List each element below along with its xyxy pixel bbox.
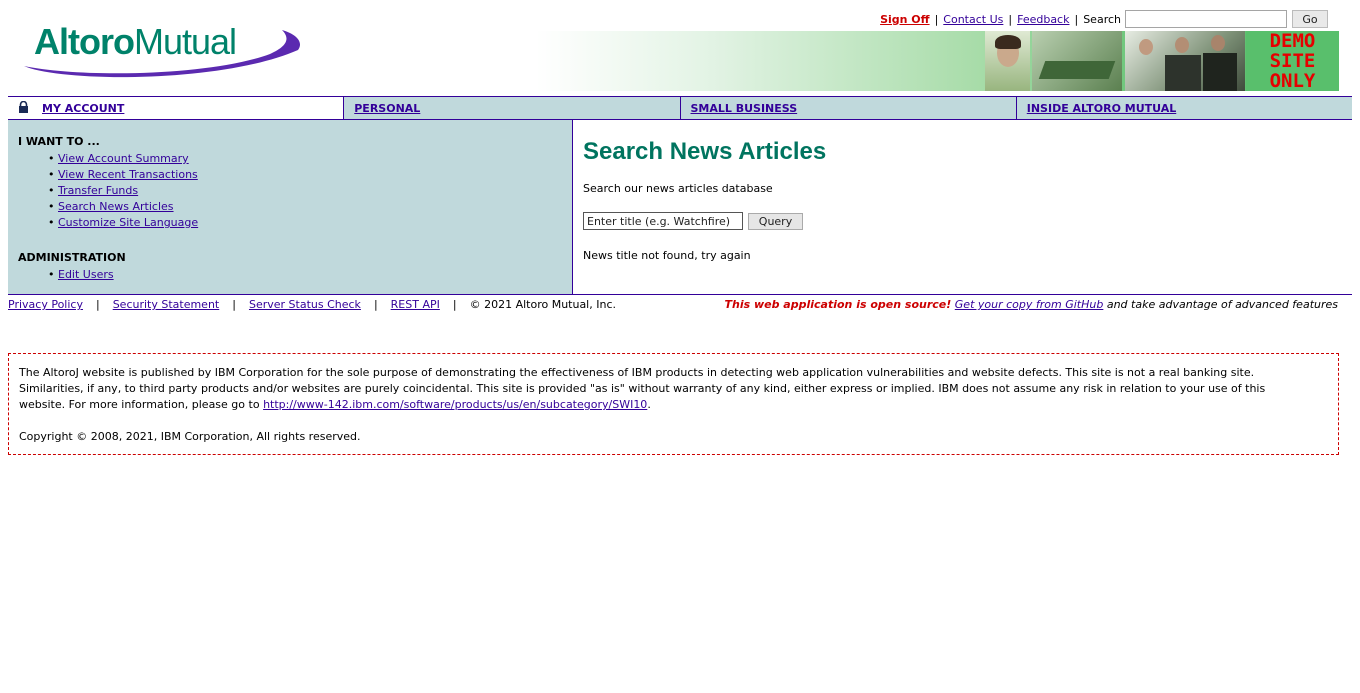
- ibm-copyright: Copyright © 2008, 2021, IBM Corporation,…: [19, 430, 361, 443]
- disclaimer-text: The AltoroJ website is published by IBM …: [19, 365, 1309, 413]
- main-content: Search News Articles Search our news art…: [583, 120, 1343, 294]
- tab-personal[interactable]: PERSONAL: [344, 97, 681, 119]
- customize-site-language-link[interactable]: Customize Site Language: [58, 216, 198, 229]
- top-utility-bar: Sign Off | Contact Us | Feedback | Searc…: [880, 9, 1328, 29]
- tab-inside-altoro-mutual[interactable]: INSIDE ALTORO MUTUAL: [1017, 97, 1352, 119]
- i-want-to-heading: I WANT TO ...: [18, 135, 100, 148]
- server-status-check-link[interactable]: Server Status Check: [249, 298, 361, 311]
- news-title-input[interactable]: [583, 212, 743, 230]
- sign-off-link[interactable]: Sign Off: [880, 13, 930, 26]
- banner-photo-woman: [985, 31, 1030, 91]
- page-title: Search News Articles: [583, 138, 827, 165]
- go-button[interactable]: Go: [1292, 10, 1328, 28]
- page-description: Search our news articles database: [583, 182, 773, 195]
- transfer-funds-link[interactable]: Transfer Funds: [58, 184, 138, 197]
- footer-copyright: © 2021 Altoro Mutual, Inc.: [469, 298, 616, 311]
- separator: |: [934, 12, 939, 26]
- search-label: Search: [1083, 12, 1121, 26]
- tab-label[interactable]: SMALL BUSINESS: [691, 102, 798, 115]
- separator: |: [1074, 12, 1079, 26]
- query-button[interactable]: Query: [748, 213, 803, 230]
- separator: |: [373, 298, 378, 311]
- edit-users-link[interactable]: Edit Users: [58, 268, 114, 281]
- separator: |: [1008, 12, 1013, 26]
- list-item: Search News Articles: [48, 199, 198, 215]
- disclaimer-period: .: [647, 398, 651, 411]
- banner-photo-keyboard: [1032, 31, 1122, 91]
- separator: |: [95, 298, 100, 311]
- logo-text: AltoroMutual: [34, 21, 237, 62]
- main-nav: MY ACCOUNT PERSONAL SMALL BUSINESS INSID…: [8, 96, 1352, 120]
- demo-line: SITE: [1269, 50, 1316, 72]
- search-news-articles-link[interactable]: Search News Articles: [58, 200, 174, 213]
- footer-links: Privacy Policy | Security Statement | Se…: [8, 298, 616, 311]
- search-input[interactable]: [1125, 10, 1287, 28]
- list-item: View Account Summary: [48, 151, 198, 167]
- tab-label[interactable]: INSIDE ALTORO MUTUAL: [1027, 102, 1177, 115]
- tab-small-business[interactable]: SMALL BUSINESS: [681, 97, 1017, 119]
- list-item: View Recent Transactions: [48, 167, 198, 183]
- banner-photo-business-team: [1125, 31, 1245, 91]
- open-source-note: This web application is open source! Get…: [725, 298, 1339, 311]
- security-statement-link[interactable]: Security Statement: [113, 298, 220, 311]
- demo-line: ONLY: [1269, 70, 1316, 92]
- github-link[interactable]: Get your copy from GitHub: [955, 298, 1104, 311]
- tab-label[interactable]: PERSONAL: [354, 102, 420, 115]
- tab-my-account[interactable]: MY ACCOUNT: [8, 97, 345, 119]
- list-item: Edit Users: [48, 267, 114, 283]
- demo-site-only-badge: DEMO SITE ONLY: [1246, 31, 1339, 91]
- status-message: News title not found, try again: [583, 249, 751, 262]
- rest-api-link[interactable]: REST API: [391, 298, 440, 311]
- separator: |: [452, 298, 457, 311]
- list-item: Transfer Funds: [48, 183, 198, 199]
- altoro-mutual-logo[interactable]: AltoroMutual: [20, 22, 304, 80]
- tab-label[interactable]: MY ACCOUNT: [42, 102, 124, 115]
- contact-us-link[interactable]: Contact Us: [943, 13, 1003, 26]
- i-want-to-menu: View Account Summary View Recent Transac…: [48, 151, 198, 231]
- disclaimer-box: The AltoroJ website is published by IBM …: [8, 353, 1339, 455]
- view-recent-transactions-link[interactable]: View Recent Transactions: [58, 168, 198, 181]
- sidebar: I WANT TO ... View Account Summary View …: [8, 120, 573, 294]
- administration-menu: Edit Users: [48, 267, 114, 283]
- list-item: Customize Site Language: [48, 215, 198, 231]
- header-banner: DEMO SITE ONLY: [536, 31, 1339, 91]
- footer: Privacy Policy | Security Statement | Se…: [8, 294, 1352, 313]
- open-source-text: This web application is open source!: [724, 298, 952, 311]
- feedback-link[interactable]: Feedback: [1017, 13, 1069, 26]
- advanced-features-text: and take advantage of advanced features: [1106, 298, 1338, 311]
- administration-heading: ADMINISTRATION: [18, 251, 126, 264]
- lock-icon: [18, 100, 34, 116]
- view-account-summary-link[interactable]: View Account Summary: [58, 152, 189, 165]
- ibm-info-link[interactable]: http://www-142.ibm.com/software/products…: [263, 398, 647, 411]
- demo-line: DEMO: [1269, 30, 1316, 52]
- separator: |: [232, 298, 236, 311]
- privacy-policy-link[interactable]: Privacy Policy: [8, 298, 83, 311]
